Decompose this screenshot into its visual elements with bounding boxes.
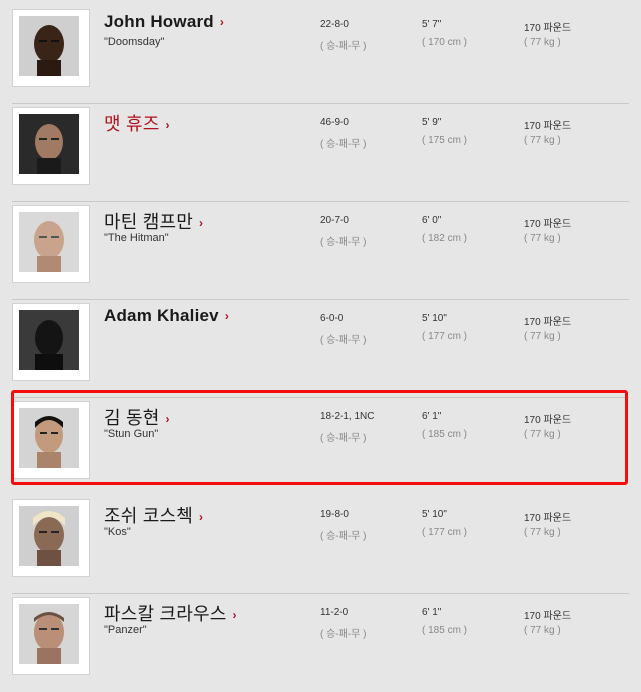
height-value: 6' 0" — [422, 215, 442, 226]
record-value: 6-0-0 — [320, 313, 344, 324]
chevron-right-icon: › — [219, 15, 224, 29]
fighter-name[interactable]: 마틴 캠프만 — [104, 212, 193, 232]
fighter-name-link[interactable]: John Howard › — [104, 12, 224, 32]
record-label: ( 승-패-무 ) — [320, 629, 367, 640]
avatar — [19, 212, 79, 272]
height-value: 5' 10" — [422, 509, 447, 520]
weight-kg: ( 77 kg ) — [524, 331, 561, 342]
fighter-row: 마틴 캠프만 › "The Hitman" 20-7-0 ( 승-패-무 ) 6'… — [12, 202, 629, 300]
avatar — [19, 16, 79, 76]
height-value: 5' 9" — [422, 117, 442, 128]
record-value: 22-8-0 — [320, 19, 349, 30]
fighter-name[interactable]: 파스칼 크라우스 — [104, 604, 227, 624]
fighter-name-link[interactable]: 조쉬 코스첵 › — [104, 502, 203, 528]
record-label: ( 승-패-무 ) — [320, 237, 367, 248]
fighter-nickname: "Panzer" — [104, 624, 147, 636]
fighter-photo[interactable] — [12, 205, 90, 283]
weight-kg: ( 77 kg ) — [524, 135, 561, 146]
weight-kg: ( 77 kg ) — [524, 37, 561, 48]
fighter-row: 파스칼 크라우스 › "Panzer" 11-2-0 ( 승-패-무 ) 6' 1… — [12, 594, 629, 692]
fighter-name[interactable]: 맷 휴즈 — [104, 114, 159, 134]
weight-value: 170 파운드 — [524, 219, 572, 230]
chevron-right-icon: › — [165, 118, 170, 132]
fighter-nickname: "Kos" — [104, 526, 131, 538]
fighter-row: 조쉬 코스첵 › "Kos" 19-8-0 ( 승-패-무 ) 5' 10" ( … — [12, 496, 629, 594]
weight-kg: ( 77 kg ) — [524, 625, 561, 636]
fighter-name[interactable]: 조쉬 코스첵 — [104, 506, 193, 526]
height-cm: ( 185 cm ) — [422, 625, 468, 636]
chevron-right-icon: › — [224, 309, 229, 323]
height-cm: ( 175 cm ) — [422, 135, 468, 146]
fighter-photo[interactable] — [12, 107, 90, 185]
height-cm: ( 182 cm ) — [422, 233, 468, 244]
fighter-row: Adam Khaliev › 6-0-0 ( 승-패-무 ) 5' 10" ( 1… — [12, 300, 629, 398]
height-cm: ( 177 cm ) — [422, 527, 468, 538]
fighter-roster: John Howard › "Doomsday" 22-8-0 ( 승-패-무 )… — [0, 0, 641, 677]
fighter-photo[interactable] — [12, 303, 90, 381]
selection-highlight — [11, 390, 628, 485]
record-value: 20-7-0 — [320, 215, 349, 226]
height-value: 5' 7" — [422, 19, 442, 30]
fighter-name-link[interactable]: 마틴 캠프만 › — [104, 208, 203, 234]
fighter-name[interactable]: Adam Khaliev — [104, 306, 219, 325]
fighter-name-link[interactable]: Adam Khaliev › — [104, 306, 229, 326]
height-value: 6' 1" — [422, 607, 442, 618]
fighter-nickname: "The Hitman" — [104, 232, 169, 244]
fighter-nickname: "Doomsday" — [104, 36, 165, 48]
height-value: 5' 10" — [422, 313, 447, 324]
record-label: ( 승-패-무 ) — [320, 531, 367, 542]
fighter-name[interactable]: John Howard — [104, 12, 214, 31]
fighter-photo[interactable] — [12, 499, 90, 577]
record-value: 19-8-0 — [320, 509, 349, 520]
record-value: 46-9-0 — [320, 117, 349, 128]
record-label: ( 승-패-무 ) — [320, 41, 367, 52]
height-cm: ( 170 cm ) — [422, 37, 468, 48]
fighter-name-link[interactable]: 파스칼 크라우스 › — [104, 600, 237, 626]
avatar — [19, 604, 79, 664]
weight-value: 170 파운드 — [524, 513, 572, 524]
weight-value: 170 파운드 — [524, 23, 572, 34]
fighter-photo[interactable] — [12, 597, 90, 675]
avatar — [19, 310, 79, 370]
avatar — [19, 114, 79, 174]
weight-kg: ( 77 kg ) — [524, 233, 561, 244]
chevron-right-icon: › — [232, 608, 237, 622]
record-value: 11-2-0 — [320, 607, 349, 618]
fighter-photo[interactable] — [12, 9, 90, 87]
height-cm: ( 177 cm ) — [422, 331, 468, 342]
chevron-right-icon: › — [199, 510, 204, 524]
record-label: ( 승-패-무 ) — [320, 139, 367, 150]
avatar — [19, 506, 79, 566]
fighter-row: John Howard › "Doomsday" 22-8-0 ( 승-패-무 )… — [12, 6, 629, 104]
weight-value: 170 파운드 — [524, 611, 572, 622]
weight-value: 170 파운드 — [524, 121, 572, 132]
fighter-row: 맷 휴즈 › 46-9-0 ( 승-패-무 ) 5' 9" ( 175 cm ) … — [12, 104, 629, 202]
fighter-name-link[interactable]: 맷 휴즈 › — [104, 110, 169, 136]
weight-kg: ( 77 kg ) — [524, 527, 561, 538]
weight-value: 170 파운드 — [524, 317, 572, 328]
record-label: ( 승-패-무 ) — [320, 335, 367, 346]
chevron-right-icon: › — [199, 216, 204, 230]
